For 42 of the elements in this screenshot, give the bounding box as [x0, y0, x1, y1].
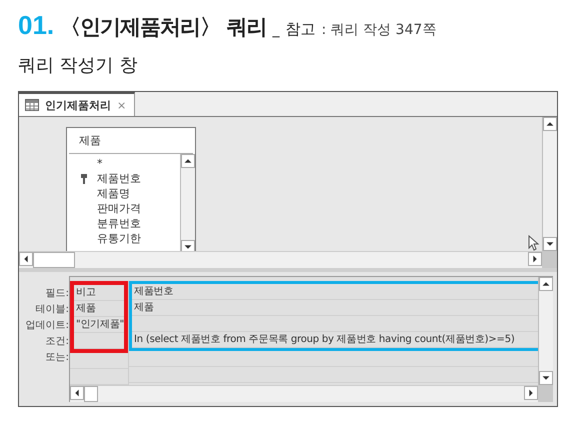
note-text: : 쿼리 작성 347쪽	[321, 21, 436, 39]
scroll-up-button[interactable]	[181, 154, 195, 168]
row-label: 조건:	[46, 335, 69, 349]
field-name[interactable]: 유통기한	[97, 231, 141, 246]
query-icon	[25, 99, 39, 111]
grid-cell[interactable]: In (select 제품번호 from 주문목록 group by 제품번호 having count(제품번호)>=5)	[132, 332, 538, 348]
grid-cell[interactable]: "인기제품"	[74, 317, 124, 333]
row-label: 필드:	[46, 287, 69, 301]
scroll-left-button[interactable]	[19, 252, 33, 266]
row-label: 업데이트:	[26, 319, 69, 333]
tab-label: 인기제품처리	[45, 98, 111, 112]
caption: 쿼리 작성기 창	[18, 54, 138, 77]
table-title: 제품	[69, 128, 193, 154]
scroll-up-button[interactable]	[539, 277, 553, 291]
scroll-down-button[interactable]	[539, 371, 553, 385]
mouse-pointer-icon	[528, 235, 540, 251]
grid-cell[interactable]: 제품번호	[132, 284, 538, 300]
scroll-up-button[interactable]	[543, 117, 557, 131]
section-title: 〈인기제품처리〉 쿼리	[60, 14, 266, 41]
row-label: 테이블:	[36, 303, 69, 317]
scroll-thumb[interactable]	[33, 252, 75, 268]
note-label: 참고	[285, 20, 316, 39]
scroll-right-button[interactable]	[528, 252, 542, 266]
field-name[interactable]: 제품번호	[97, 171, 141, 186]
grid-cell[interactable]: 비고	[74, 285, 124, 301]
field-name[interactable]: 분류번호	[97, 216, 141, 231]
field-name[interactable]: *	[97, 157, 102, 170]
scroll-right-button[interactable]	[524, 386, 538, 400]
row-label: 또는:	[46, 351, 69, 365]
table-box[interactable]: 제품 * 제품번호 제품명 판매가격 분류번호 유통기한	[66, 127, 196, 251]
scroll-left-button[interactable]	[70, 386, 84, 400]
separator: _	[272, 22, 280, 38]
grid-cell[interactable]: 제품	[132, 300, 538, 316]
scroll-down-button[interactable]	[181, 240, 195, 251]
field-name[interactable]: 제품명	[97, 186, 130, 201]
scroll-down-button[interactable]	[543, 237, 557, 251]
field-name[interactable]: 판매가격	[97, 201, 141, 216]
grid-cell[interactable]: 제품	[74, 301, 124, 317]
scroll-thumb[interactable]	[84, 386, 98, 402]
section-number: 01.	[18, 10, 54, 41]
document-tab[interactable]: 인기제품처리 ×	[19, 92, 136, 116]
close-button[interactable]: ×	[117, 98, 126, 112]
